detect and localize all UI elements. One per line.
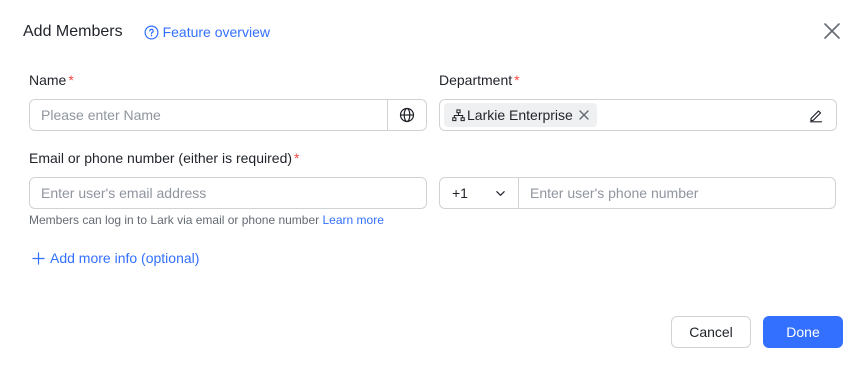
required-marker: * [294, 150, 300, 166]
org-chart-icon [452, 108, 465, 121]
login-hint-text: Members can log in to Lark via email or … [29, 213, 320, 227]
help-circle-icon [144, 25, 159, 39]
close-icon[interactable] [823, 22, 841, 40]
dialog-title: Add Members [23, 23, 123, 40]
dialog-header: Add Members Feature overview [23, 20, 270, 44]
name-input[interactable]: Please enter Name [29, 99, 427, 131]
department-tag: Larkie Enterprise [444, 103, 597, 127]
contact-label: Email or phone number (either is require… [29, 150, 299, 166]
name-placeholder: Please enter Name [41, 107, 161, 123]
feature-overview-link[interactable]: Feature overview [144, 24, 270, 40]
login-hint: Members can log in to Lark via email or … [29, 213, 384, 227]
chevron-down-icon [496, 191, 505, 196]
phone-input-group: +1 Enter user's phone number [439, 177, 836, 209]
department-tag-label: Larkie Enterprise [467, 107, 573, 123]
department-label: Department * [439, 72, 520, 88]
required-marker: * [514, 72, 520, 88]
required-marker: * [68, 72, 74, 88]
email-input[interactable]: Enter user's email address [29, 177, 427, 209]
name-label: Name * [29, 72, 74, 88]
department-label-text: Department [439, 72, 513, 88]
add-more-info-button[interactable]: Add more info (optional) [32, 250, 199, 266]
department-select[interactable]: Larkie Enterprise [439, 99, 837, 131]
close-icon [579, 110, 589, 120]
globe-icon [399, 107, 415, 123]
country-code-value: +1 [452, 185, 468, 201]
remove-tag-button[interactable] [579, 110, 591, 120]
contact-label-text: Email or phone number (either is require… [29, 150, 293, 166]
edit-icon[interactable] [808, 107, 824, 123]
name-label-text: Name [29, 72, 67, 88]
done-button[interactable]: Done [763, 316, 843, 348]
learn-more-link[interactable]: Learn more [323, 213, 384, 227]
add-more-info-label: Add more info (optional) [50, 250, 200, 266]
language-button[interactable] [387, 100, 426, 130]
phone-input[interactable]: Enter user's phone number [519, 185, 698, 201]
email-placeholder: Enter user's email address [41, 185, 207, 201]
cancel-button[interactable]: Cancel [671, 316, 751, 348]
country-code-select[interactable]: +1 [440, 178, 519, 208]
feature-overview-label: Feature overview [162, 24, 270, 40]
plus-icon [32, 251, 45, 265]
